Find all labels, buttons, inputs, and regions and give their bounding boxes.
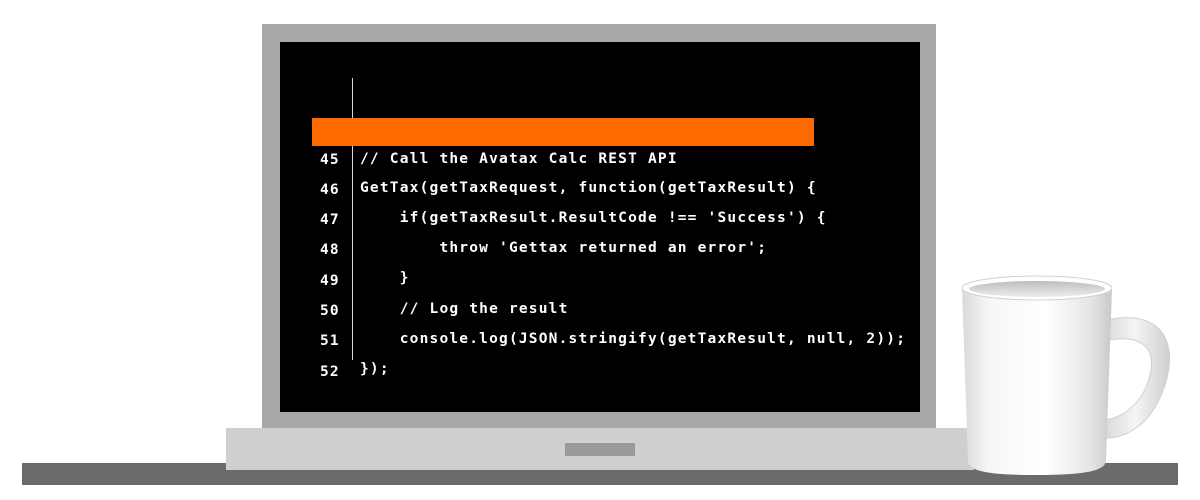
coffee-mug-icon	[961, 275, 1170, 475]
code-text: });	[360, 361, 390, 377]
code-text: }	[360, 270, 410, 286]
code-line: 50 console.log(JSON.stringify(getTaxResu…	[312, 269, 905, 347]
trackpad-slot	[565, 443, 635, 456]
code-line: 47 throw 'Gettax returned an error';	[312, 178, 766, 256]
code-text: // Log the result	[360, 301, 569, 317]
code-text: console.log(JSON.stringify(getTaxResult,…	[360, 331, 907, 347]
line-number: 52	[320, 364, 340, 380]
code-text: if(getTaxResult.ResultCode !== 'Success'…	[360, 210, 827, 226]
code-line: 48 }	[312, 208, 408, 286]
code-line-highlighted: 45 GetTax(getTaxRequest, function(getTax…	[312, 118, 816, 196]
code-line: 51 });	[312, 299, 389, 377]
code-line: // Call the Avatax Calc REST API	[312, 89, 677, 167]
scene: // Call the Avatax Calc REST API 45 GetT…	[0, 0, 1200, 500]
code-line: 46 if(getTaxResult.ResultCode !== 'Succe…	[312, 148, 826, 226]
code-text: throw 'Gettax returned an error';	[360, 240, 768, 256]
code-text: // Call the Avatax Calc REST API	[360, 151, 678, 167]
code-line: 52	[312, 330, 352, 380]
code-text: GetTax(getTaxRequest, function(getTaxRes…	[360, 180, 817, 196]
code-line: 49 // Log the result	[312, 239, 567, 317]
